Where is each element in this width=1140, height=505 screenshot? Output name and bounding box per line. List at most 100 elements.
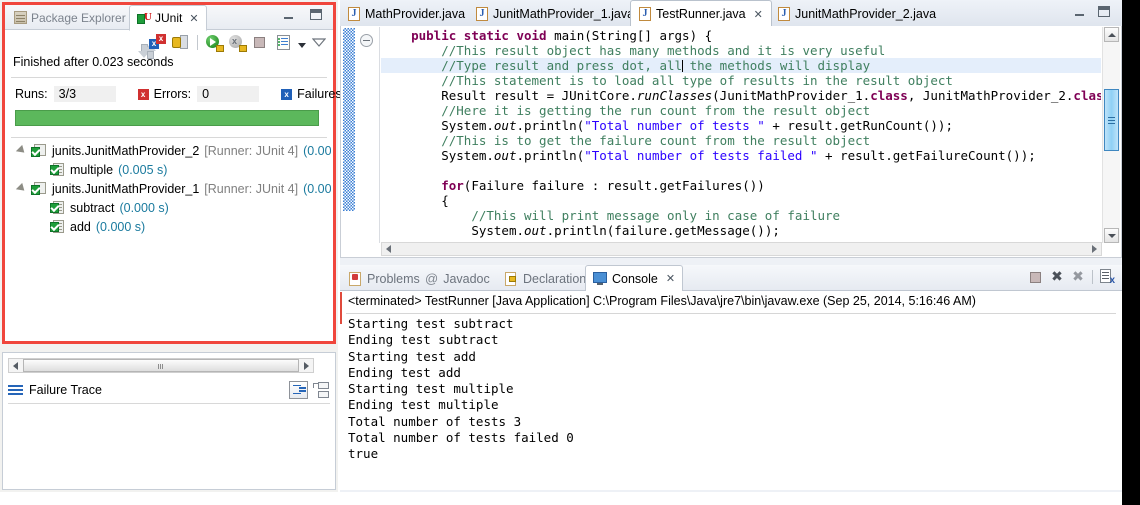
tree-expander-icon[interactable]	[17, 145, 28, 156]
code-token: System.	[441, 118, 494, 133]
stop-icon[interactable]	[252, 34, 269, 51]
code-line: //This result object has many methods an…	[381, 43, 1101, 58]
test-tree-row[interactable]: add (0.000 s)	[5, 217, 331, 236]
tab-junit[interactable]: JUnit ✕	[129, 5, 207, 31]
code-token: + result.getRunCount());	[764, 118, 953, 133]
filter-stack-trace-icon[interactable]	[289, 381, 308, 399]
console-tab-javadoc[interactable]: @ Javadoc	[418, 267, 497, 290]
test-tree-row[interactable]: subtract (0.000 s)	[5, 198, 331, 217]
runs-group: Runs: 3/3	[15, 86, 116, 102]
tree-expander-icon[interactable]	[17, 183, 28, 194]
editor-minimize-icon[interactable]	[1074, 8, 1086, 17]
test-name: subtract	[70, 200, 115, 215]
code-token: class	[1073, 88, 1101, 103]
test-run-history-icon[interactable]	[275, 34, 292, 51]
code-line: //This is to get the failure count from …	[381, 133, 1101, 148]
junit-status-text: Finished after 0.023 seconds	[13, 55, 174, 69]
scroll-left-icon[interactable]	[9, 359, 23, 372]
tree-divider	[11, 137, 327, 138]
test-duration: (0.000 s)	[119, 200, 169, 215]
errors-label: Errors:	[153, 87, 192, 101]
fold-collapse-icon[interactable]	[360, 34, 373, 47]
junit-icon	[137, 11, 152, 25]
code-line: System.out.println("Total number of test…	[381, 148, 1101, 163]
clear-console-icon[interactable]	[1100, 269, 1115, 286]
test-tree-row[interactable]: junits.JunitMathProvider_2 [Runner: JUnit…	[5, 141, 331, 160]
vertical-scrollbar-thumb[interactable]	[1104, 89, 1119, 151]
console-toolbar: ✖ ✖	[1029, 269, 1115, 286]
scroll-down-icon[interactable]	[1104, 228, 1119, 243]
scroll-right-icon[interactable]	[1087, 243, 1101, 255]
failure-trace-title: Failure Trace	[29, 383, 102, 397]
scroll-left-icon[interactable]	[382, 243, 396, 255]
failure-trace-tools	[289, 381, 330, 399]
console-header-divider	[346, 313, 1116, 314]
close-icon[interactable]: ✕	[754, 8, 763, 21]
show-failures-only-icon[interactable]	[149, 34, 166, 51]
editor-horizontal-scrollbar[interactable]	[381, 242, 1102, 256]
code-token: System.	[471, 223, 524, 238]
close-icon[interactable]: ✕	[666, 272, 675, 285]
scroll-up-icon[interactable]	[1104, 27, 1119, 42]
scrollbar-thumb[interactable]	[23, 359, 299, 372]
editor-code-area[interactable]: public static void main(String[] args) {…	[381, 28, 1101, 241]
minimize-icon[interactable]	[283, 11, 295, 20]
editor-tab-testrunner-java[interactable]: TestRunner.java ✕	[630, 0, 772, 27]
test-duration: (0.000 s)	[95, 219, 146, 234]
test-case-pass-icon	[50, 219, 65, 234]
scroll-lock-icon[interactable]	[172, 34, 189, 51]
close-icon[interactable]: ✕	[189, 12, 198, 25]
runs-label: Runs:	[15, 87, 48, 101]
editor-tab-junitmathprovider_2-java[interactable]: JunitMathProvider_2.java	[770, 2, 944, 26]
failure-trace-panel: Failure Trace	[2, 352, 336, 490]
test-name: add	[70, 219, 91, 234]
rerun-failed-tests-icon[interactable]	[229, 34, 247, 52]
terminate-icon[interactable]	[1029, 270, 1043, 284]
layout-toggle-icon[interactable]	[313, 381, 330, 399]
problems-icon	[349, 271, 362, 286]
code-token: //This will print message only in case o…	[471, 208, 841, 223]
code-token: //Type result and press dot, all	[441, 58, 683, 73]
code-token: main(String[] args) {	[554, 28, 713, 43]
test-tree-row[interactable]: multiple (0.005 s)	[5, 160, 331, 179]
failures-label: Failures:	[297, 87, 346, 101]
java-editor[interactable]: public static void main(String[] args) {…	[340, 26, 1122, 258]
console-tab-console[interactable]: Console ✕	[585, 265, 684, 291]
java-file-icon	[476, 7, 488, 21]
editor-tab-label: MathProvider.java	[365, 7, 466, 21]
junit-test-tree[interactable]: junits.JunitMathProvider_2 [Runner: JUnit…	[5, 141, 331, 339]
tab-junit-label: JUnit	[155, 11, 183, 25]
code-token: class	[870, 88, 908, 103]
editor-maximize-icon[interactable]	[1098, 6, 1110, 17]
code-token: runClasses	[636, 88, 713, 103]
test-runner-label: [Runner: JUnit 4]	[204, 181, 299, 196]
console-output[interactable]: Starting test subtract Ending test subtr…	[348, 316, 1114, 488]
remove-all-terminated-icon[interactable]: ✖	[1071, 270, 1085, 284]
horizontal-scrollbar[interactable]	[8, 358, 314, 373]
minimize-chevron-icon[interactable]	[312, 34, 326, 51]
scroll-right-icon[interactable]	[299, 359, 313, 372]
test-tree-row[interactable]: junits.JunitMathProvider_1 [Runner: JUnit…	[5, 179, 331, 198]
editor-tab-junitmathprovider_1-java[interactable]: JunitMathProvider_1.java	[468, 2, 642, 26]
editor-tabbar: MathProvider.java JunitMathProvider_1.jav…	[340, 0, 1122, 27]
remove-launch-icon[interactable]: ✖	[1050, 270, 1064, 284]
rerun-test-icon[interactable]	[206, 34, 224, 52]
console-tab-declaration[interactable]: Declaration	[498, 267, 593, 290]
editor-vertical-scrollbar[interactable]	[1102, 27, 1120, 243]
maximize-icon[interactable]	[310, 9, 322, 20]
test-name: junits.JunitMathProvider_1	[52, 181, 200, 196]
page-backdrop-right	[1122, 0, 1140, 505]
code-token: out	[524, 223, 547, 238]
code-token: //This result object has many methods an…	[441, 43, 886, 58]
code-token: .println(failure.getMessage());	[546, 223, 780, 238]
console-tab-problems[interactable]: Problems	[342, 267, 427, 290]
declaration-icon	[505, 271, 518, 286]
view-menu-caret-icon[interactable]	[298, 43, 306, 48]
editor-tab-mathprovider-java[interactable]: MathProvider.java	[340, 2, 473, 26]
code-token: (JunitMathProvider_1.	[712, 88, 871, 103]
tab-package-explorer[interactable]: Package Explorer	[7, 6, 133, 29]
test-duration: (0.005 s)	[118, 162, 168, 177]
test-runner-label: [Runner: JUnit 4]	[204, 143, 299, 158]
code-line: for(Failure failure : result.getFailures…	[381, 178, 1101, 193]
console-tab-label: Javadoc	[443, 271, 490, 286]
